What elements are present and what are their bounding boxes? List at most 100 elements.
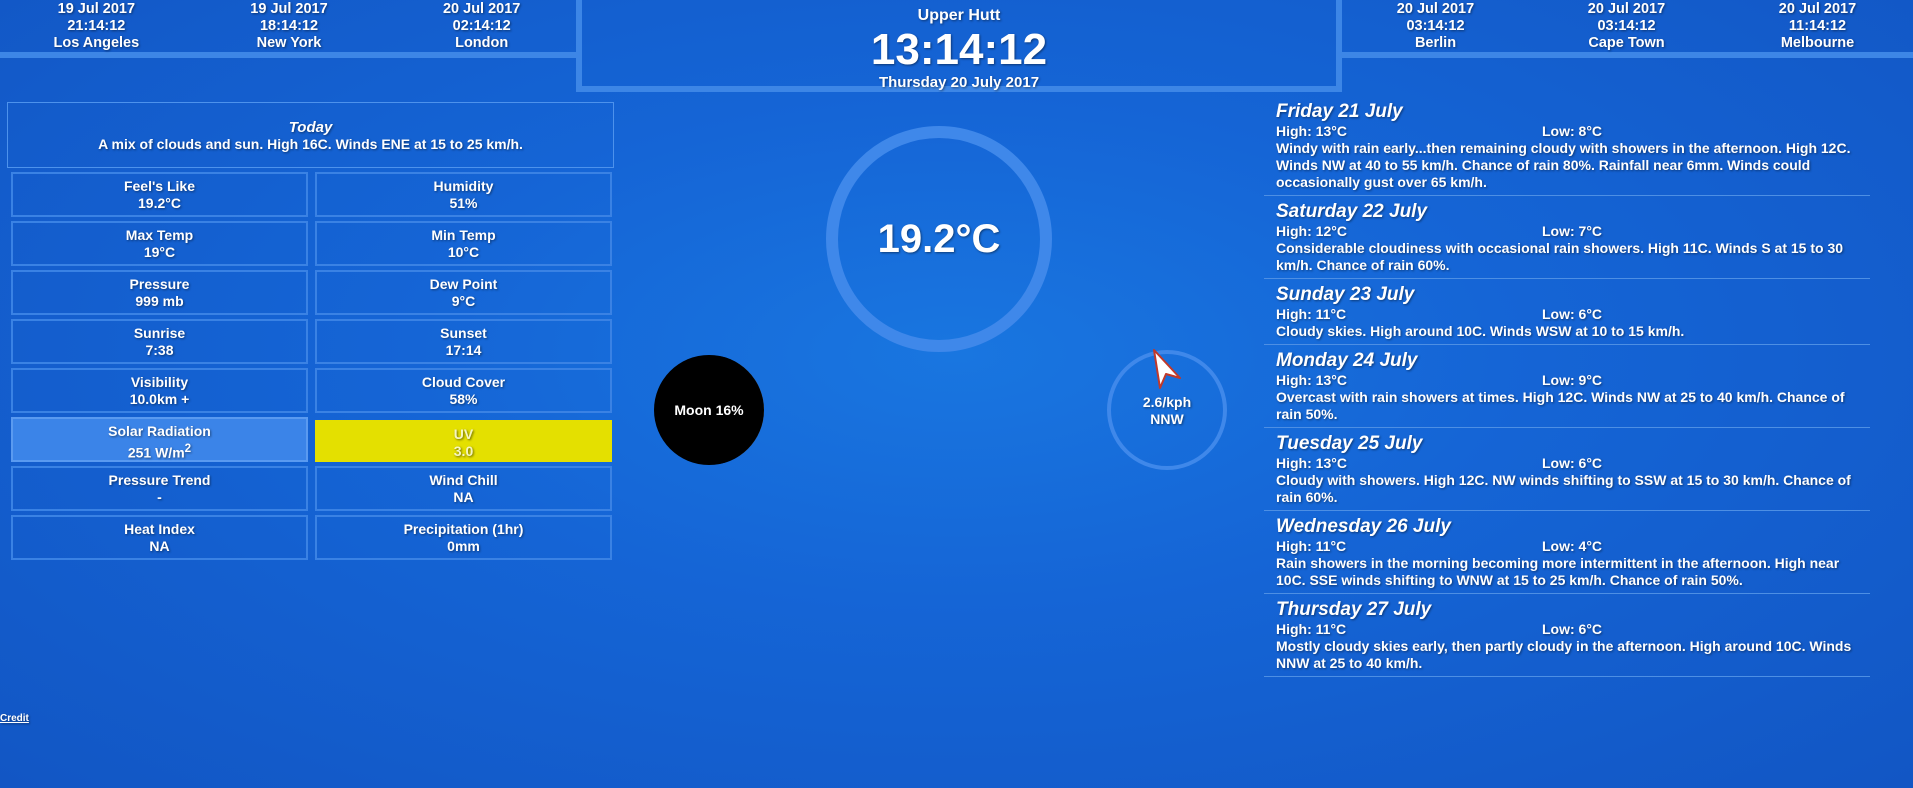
stat-sunset: Sunset 17:14 [315,319,612,364]
forecast-description: Considerable cloudiness with occasional … [1276,240,1844,273]
forecast-high: High: 13°C [1276,455,1347,471]
forecast-high: High: 11°C [1276,538,1347,554]
wind-direction: NNW [1150,411,1184,427]
stat-label: Pressure [129,276,190,292]
clock-date: 20 Jul 2017 [442,1,521,17]
stat-uv: UV 3.0 [315,420,612,462]
stat-value: 19.2°C [138,195,181,211]
stat-value: 3.0 [453,443,474,459]
forecast-low: Low: 6°C [1542,455,1603,471]
clock-cape-town: 20 Jul 2017 03:14:12 Cape Town [1531,0,1722,52]
credit-link[interactable]: Credit [0,713,29,724]
wind-direction-arrow-icon [1153,349,1181,389]
clock-time: 18:14:12 [259,18,319,34]
stat-value-number: 251 W/m [127,444,185,461]
stat-value: 51% [449,195,478,211]
today-summary: Today A mix of clouds and sun. High 16C.… [7,102,614,168]
forecast-low: Low: 8°C [1542,123,1603,139]
forecast-high: High: 11°C [1276,621,1347,637]
clock-berlin: 20 Jul 2017 03:14:12 Berlin [1340,0,1531,52]
stat-value: NA [149,538,170,554]
stat-label: UV [453,426,474,442]
forecast-day-name: Saturday 22 July [1276,201,1428,222]
forecast-high: High: 11°C [1276,306,1347,322]
forecast-day-name: Wednesday 26 July [1276,516,1451,537]
main-clock-location: Upper Hutt [917,7,1001,24]
stat-precipitation: Precipitation (1hr) 0mm [315,515,612,560]
forecast-high: High: 13°C [1276,372,1347,388]
forecast-hilo: High: 13°C Low: 9°C [1276,372,1870,389]
stat-value: 0mm [447,538,480,554]
today-title: Today [288,119,333,136]
stat-label: Wind Chill [429,472,498,488]
forecast-description: Rain showers in the morning becoming mor… [1276,555,1840,588]
stat-value: 251 W/m2 [13,440,306,462]
main-clock-time: 13:14:12 [870,25,1048,74]
stat-feels-like: Feel's Like 19.2°C [11,172,308,217]
stat-min-temp: Min Temp 10°C [315,221,612,266]
clock-date: 20 Jul 2017 [1396,1,1475,17]
stat-label: Cloud Cover [421,374,506,390]
main-clock: Upper Hutt 13:14:12 Thursday 20 July 201… [576,0,1342,92]
stat-solar-radiation: Solar Radiation 251 W/m2 [11,417,308,462]
world-clocks-left: 19 Jul 2017 21:14:12 Los Angeles 19 Jul … [0,0,578,58]
clock-time: 03:14:12 [1597,18,1656,34]
stat-value: 7:38 [145,342,174,358]
forecast-description: Overcast with rain showers at times. Hig… [1276,389,1845,422]
stat-pressure: Pressure 999 mb [11,270,308,315]
stat-wind-chill: Wind Chill NA [315,466,612,511]
forecast-day: Monday 24 July High: 13°C Low: 9°C Overc… [1264,349,1870,428]
current-temperature: 19.2°C [877,216,1001,261]
forecast-day-name: Tuesday 25 July [1276,433,1423,454]
clock-city: London [455,35,509,51]
stat-value: 19°C [143,244,176,260]
clock-date: 20 Jul 2017 [1587,1,1666,17]
forecast-low: Low: 7°C [1542,223,1603,239]
clock-city: Melbourne [1780,35,1855,51]
stat-cloud-cover: Cloud Cover 58% [315,368,612,413]
forecast-list: Friday 21 July High: 13°C Low: 8°C Windy… [1264,100,1870,681]
clock-los-angeles: 19 Jul 2017 21:14:12 Los Angeles [0,0,193,52]
stat-max-temp: Max Temp 19°C [11,221,308,266]
stat-sunrise: Sunrise 7:38 [11,319,308,364]
stat-label: Min Temp [431,227,496,243]
stat-dew-point: Dew Point 9°C [315,270,612,315]
forecast-high: High: 12°C [1276,223,1347,239]
clock-date: 20 Jul 2017 [1778,1,1857,17]
stat-label: Sunset [440,325,487,341]
stat-label: Visibility [130,374,189,390]
stat-label: Humidity [433,178,494,194]
forecast-day: Sunday 23 July High: 11°C Low: 6°C Cloud… [1264,283,1870,345]
clock-london: 20 Jul 2017 02:14:12 London [385,0,578,52]
forecast-day-name: Friday 21 July [1276,101,1403,122]
moon-label: Moon 16% [674,402,744,418]
forecast-day: Saturday 22 July High: 12°C Low: 7°C Con… [1264,200,1870,279]
stat-value: 10.0km + [129,391,190,407]
clock-city: Los Angeles [53,35,140,51]
clock-time: 21:14:12 [67,18,126,34]
forecast-day-name: Sunday 23 July [1276,284,1415,305]
stat-label: Dew Point [429,276,498,292]
clock-melbourne: 20 Jul 2017 11:14:12 Melbourne [1722,0,1913,52]
stat-label: Max Temp [125,227,194,243]
stat-label: Heat Index [124,521,195,537]
clock-time: 03:14:12 [1406,18,1465,34]
stat-value: 999 mb [135,293,184,309]
stat-value: 17:14 [445,342,482,358]
clock-new-york: 19 Jul 2017 18:14:12 New York [193,0,386,52]
forecast-day: Wednesday 26 July High: 11°C Low: 4°C Ra… [1264,515,1870,594]
stat-value-exponent: 2 [184,442,192,455]
clock-city: Cape Town [1588,35,1665,51]
stat-value: - [157,489,162,505]
stat-value: 58% [449,391,478,407]
clock-time: 02:14:12 [452,18,511,34]
wind-compass: 2.6/kph NNW [1107,349,1227,470]
forecast-day: Tuesday 25 July High: 13°C Low: 6°C Clou… [1264,432,1870,511]
stat-label: Precipitation (1hr) [403,521,524,537]
forecast-day: Thursday 27 July High: 11°C Low: 6°C Mos… [1264,598,1870,677]
stat-humidity: Humidity 51% [315,172,612,217]
clock-date: 19 Jul 2017 [57,1,136,17]
forecast-description: Cloudy with showers. High 12C. NW winds … [1276,472,1851,505]
clock-city: New York [256,35,322,51]
conditions-grid: Feel's Like 19.2°C Humidity 51% Max Temp… [11,172,612,560]
